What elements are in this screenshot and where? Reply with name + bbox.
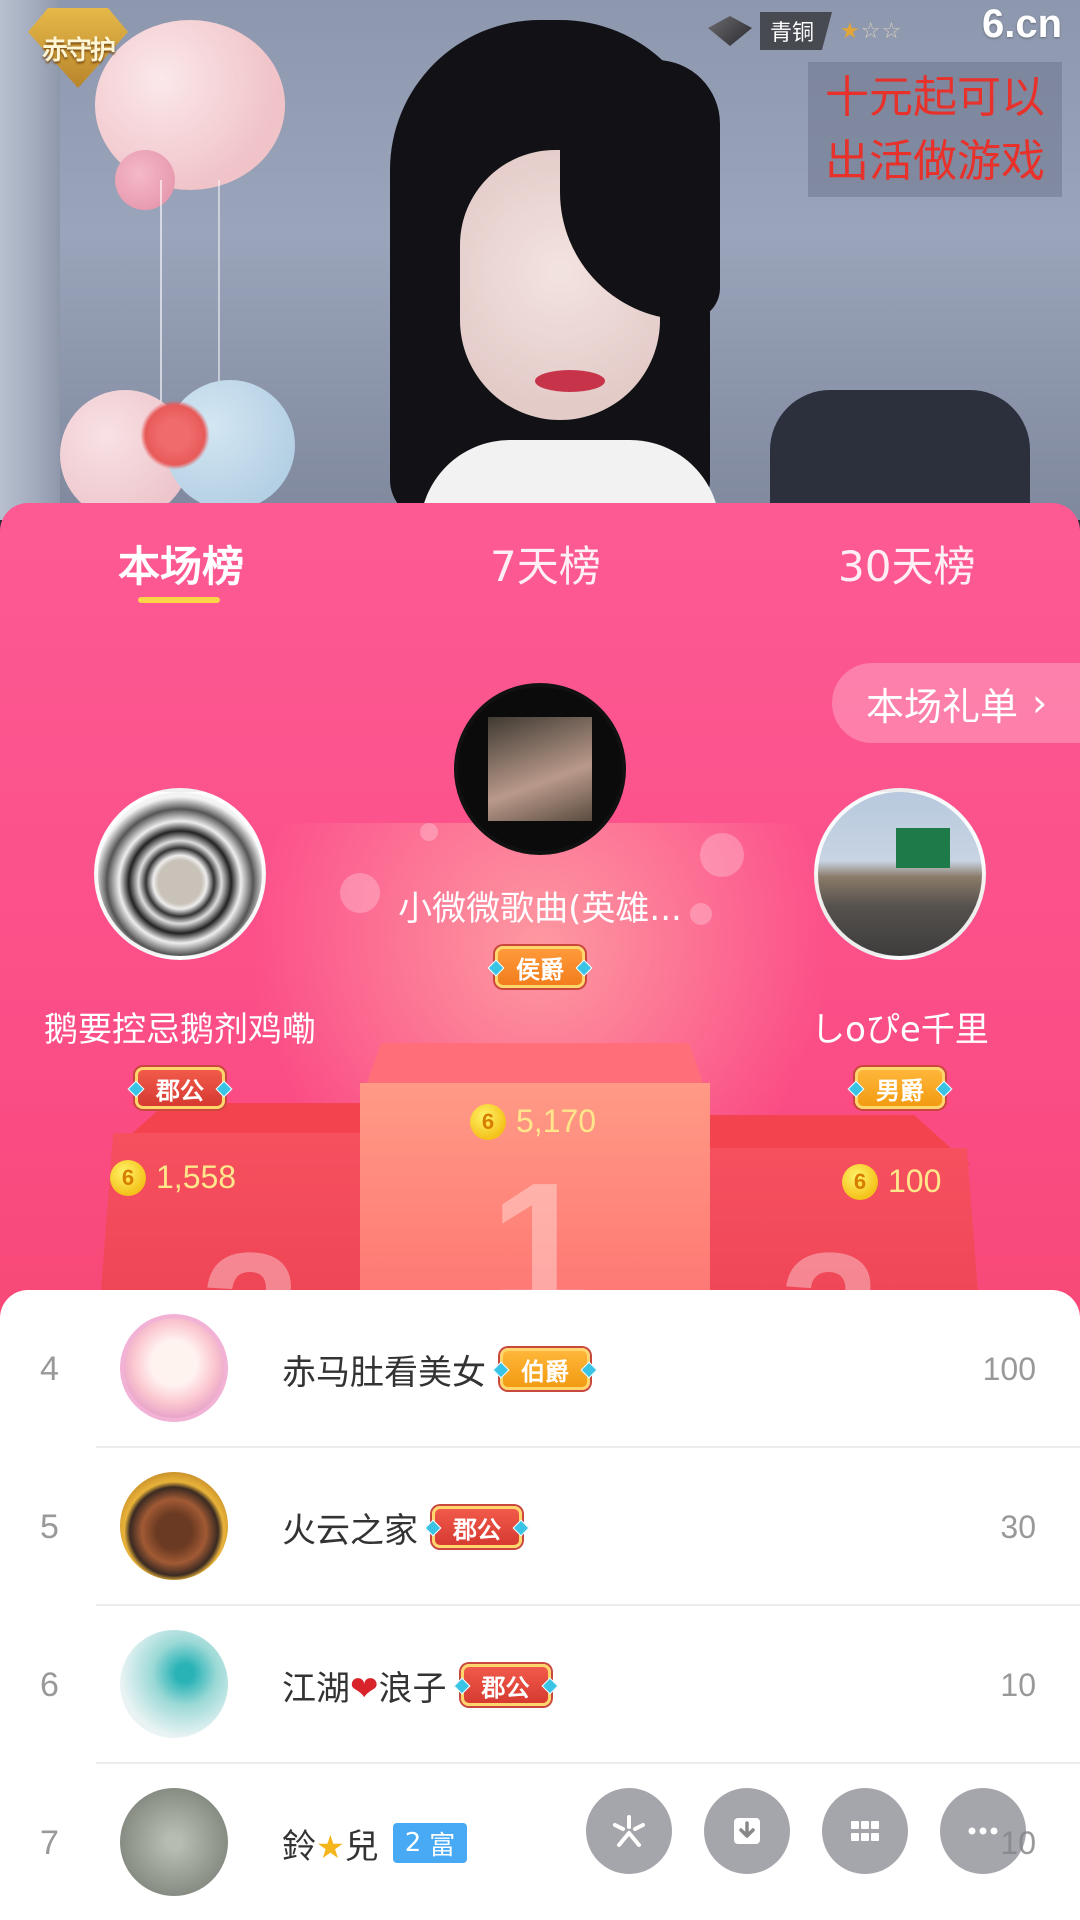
user-name-group: 火云之家 郡公 xyxy=(282,1448,522,1606)
share-icon xyxy=(613,1815,645,1847)
gift-list-label: 本场礼单 xyxy=(866,684,1019,729)
list-item[interactable]: 5 火云之家 郡公 30 xyxy=(0,1448,1080,1606)
star-icon: ★ xyxy=(840,18,861,44)
coin-amount-first: 6 5,170 xyxy=(470,1103,596,1140)
podium-user-name: しoぴe千里 xyxy=(811,1010,989,1050)
road-sign xyxy=(896,828,950,868)
coin-value: 5,170 xyxy=(516,1103,597,1139)
star-icon: ☆ xyxy=(881,18,903,44)
star-icon: ☆ xyxy=(860,18,882,44)
coin-value: 100 xyxy=(888,1163,942,1199)
user-name: 火云之家 xyxy=(282,1510,418,1551)
rank-number: 5 xyxy=(40,1507,59,1546)
noble-title-badge: 侯爵 xyxy=(495,946,585,988)
coin-amount-second: 6 1,558 xyxy=(110,1159,236,1196)
list-item[interactable]: 4 赤马肚看美女 伯爵 100 xyxy=(0,1290,1080,1448)
noble-title-badge: 郡公 xyxy=(460,1664,551,1706)
avatar[interactable] xyxy=(120,1788,228,1896)
user-name: 鈴★兒 xyxy=(282,1819,379,1868)
download-icon xyxy=(734,1818,760,1844)
podium-user-name: 鹅要控忌鹅剂鸡嘞 xyxy=(44,1010,316,1050)
anchor-tier: 青铜 xyxy=(760,12,833,50)
avatar-image xyxy=(488,717,592,821)
rank-number: 7 xyxy=(40,1823,59,1862)
contribution-score: 30 xyxy=(1000,1508,1036,1545)
wealth-level-badge: 2 富 xyxy=(392,1823,468,1863)
coin-icon: 6 xyxy=(842,1163,878,1200)
user-name-group: 鈴★兒 2 富 xyxy=(282,1764,468,1920)
download-button[interactable] xyxy=(704,1788,790,1874)
avatar[interactable] xyxy=(94,788,266,960)
rank-number: 4 xyxy=(40,1349,59,1388)
noble-title-badge: 伯爵 xyxy=(500,1348,590,1390)
gift-list-button[interactable]: 本场礼单 › xyxy=(832,663,1080,743)
active-tab-indicator xyxy=(138,597,220,603)
tab-30-days[interactable]: 30天榜 xyxy=(838,533,975,594)
avatar[interactable] xyxy=(120,1314,228,1422)
chevron-right-icon: › xyxy=(1032,681,1048,725)
more-button[interactable] xyxy=(940,1788,1026,1874)
avatar[interactable] xyxy=(454,683,626,855)
tab-7-days[interactable]: 7天榜 xyxy=(490,533,601,594)
podium-user-name: 小微微歌曲(英雄... xyxy=(398,889,682,929)
contribution-score: 10 xyxy=(1000,1666,1036,1703)
guard-logo-text: 赤守护 xyxy=(41,35,116,66)
streamer-lips xyxy=(535,370,605,392)
grid-button[interactable] xyxy=(822,1788,908,1874)
avatar[interactable] xyxy=(120,1630,228,1738)
user-name: 赤马肚看美女 xyxy=(282,1352,486,1393)
promo-line: 十元起可以 xyxy=(825,72,1045,123)
live-video[interactable]: 赤守护 青铜 ★☆☆ 6.cn 十元起可以 出活做游戏 xyxy=(0,0,1080,520)
podium-user-first[interactable]: 小微微歌曲(英雄... 侯爵 xyxy=(340,683,740,988)
coin-icon: 6 xyxy=(470,1103,506,1140)
list-item[interactable]: 6 江湖❤浪子 郡公 10 xyxy=(0,1606,1080,1764)
user-name-part: 江湖 xyxy=(282,1668,350,1709)
user-name-part: 浪子 xyxy=(378,1668,447,1709)
gem-icon xyxy=(708,16,752,46)
user-name-part: 鈴 xyxy=(282,1826,316,1867)
podium-user-second[interactable]: 鹅要控忌鹅剂鸡嘞 郡公 xyxy=(20,788,340,1109)
wealth-level: 2 xyxy=(404,1828,422,1858)
user-name-group: 江湖❤浪子 郡公 xyxy=(282,1606,551,1764)
flower-decoration xyxy=(140,400,210,470)
noble-title-badge: 郡公 xyxy=(135,1067,225,1109)
guard-logo[interactable]: 赤守护 xyxy=(28,8,128,88)
coin-icon: 6 xyxy=(110,1159,146,1196)
tab-this-session[interactable]: 本场榜 xyxy=(118,533,244,594)
coin-value: 1,558 xyxy=(156,1159,237,1195)
promo-caption: 十元起可以 出活做游戏 xyxy=(808,62,1062,197)
promo-line: 出活做游戏 xyxy=(825,136,1045,187)
contribution-score: 100 xyxy=(982,1350,1036,1387)
balloon-strings xyxy=(160,180,220,410)
rank-number: 6 xyxy=(40,1665,59,1704)
grid-icon xyxy=(851,1821,879,1841)
user-name-group: 赤马肚看美女 伯爵 xyxy=(282,1290,590,1448)
anchor-rank-badge: 青铜 ★☆☆ xyxy=(708,12,902,50)
user-name-part: 兒 xyxy=(344,1826,379,1867)
coin-amount-third: 6 100 xyxy=(842,1163,941,1200)
anchor-stars: ★☆☆ xyxy=(840,19,902,44)
star-icon: ★ xyxy=(316,1827,345,1866)
site-logo: 6.cn xyxy=(982,2,1063,46)
share-button[interactable] xyxy=(586,1788,672,1874)
ranking-tabs: 本场榜 7天榜 30天榜 xyxy=(0,503,1080,603)
noble-title-badge: 郡公 xyxy=(432,1506,522,1548)
chair xyxy=(770,390,1030,520)
avatar[interactable] xyxy=(814,788,986,960)
noble-title-badge: 男爵 xyxy=(855,1067,945,1109)
wealth-label: 富 xyxy=(429,1830,456,1861)
heart-icon: ❤ xyxy=(350,1668,379,1709)
floating-action-bar xyxy=(586,1788,1026,1874)
more-icon xyxy=(968,1827,998,1835)
avatar[interactable] xyxy=(120,1472,228,1580)
podium-user-third[interactable]: しoぴe千里 男爵 xyxy=(740,788,1060,1109)
user-name: 江湖❤浪子 xyxy=(282,1661,447,1710)
